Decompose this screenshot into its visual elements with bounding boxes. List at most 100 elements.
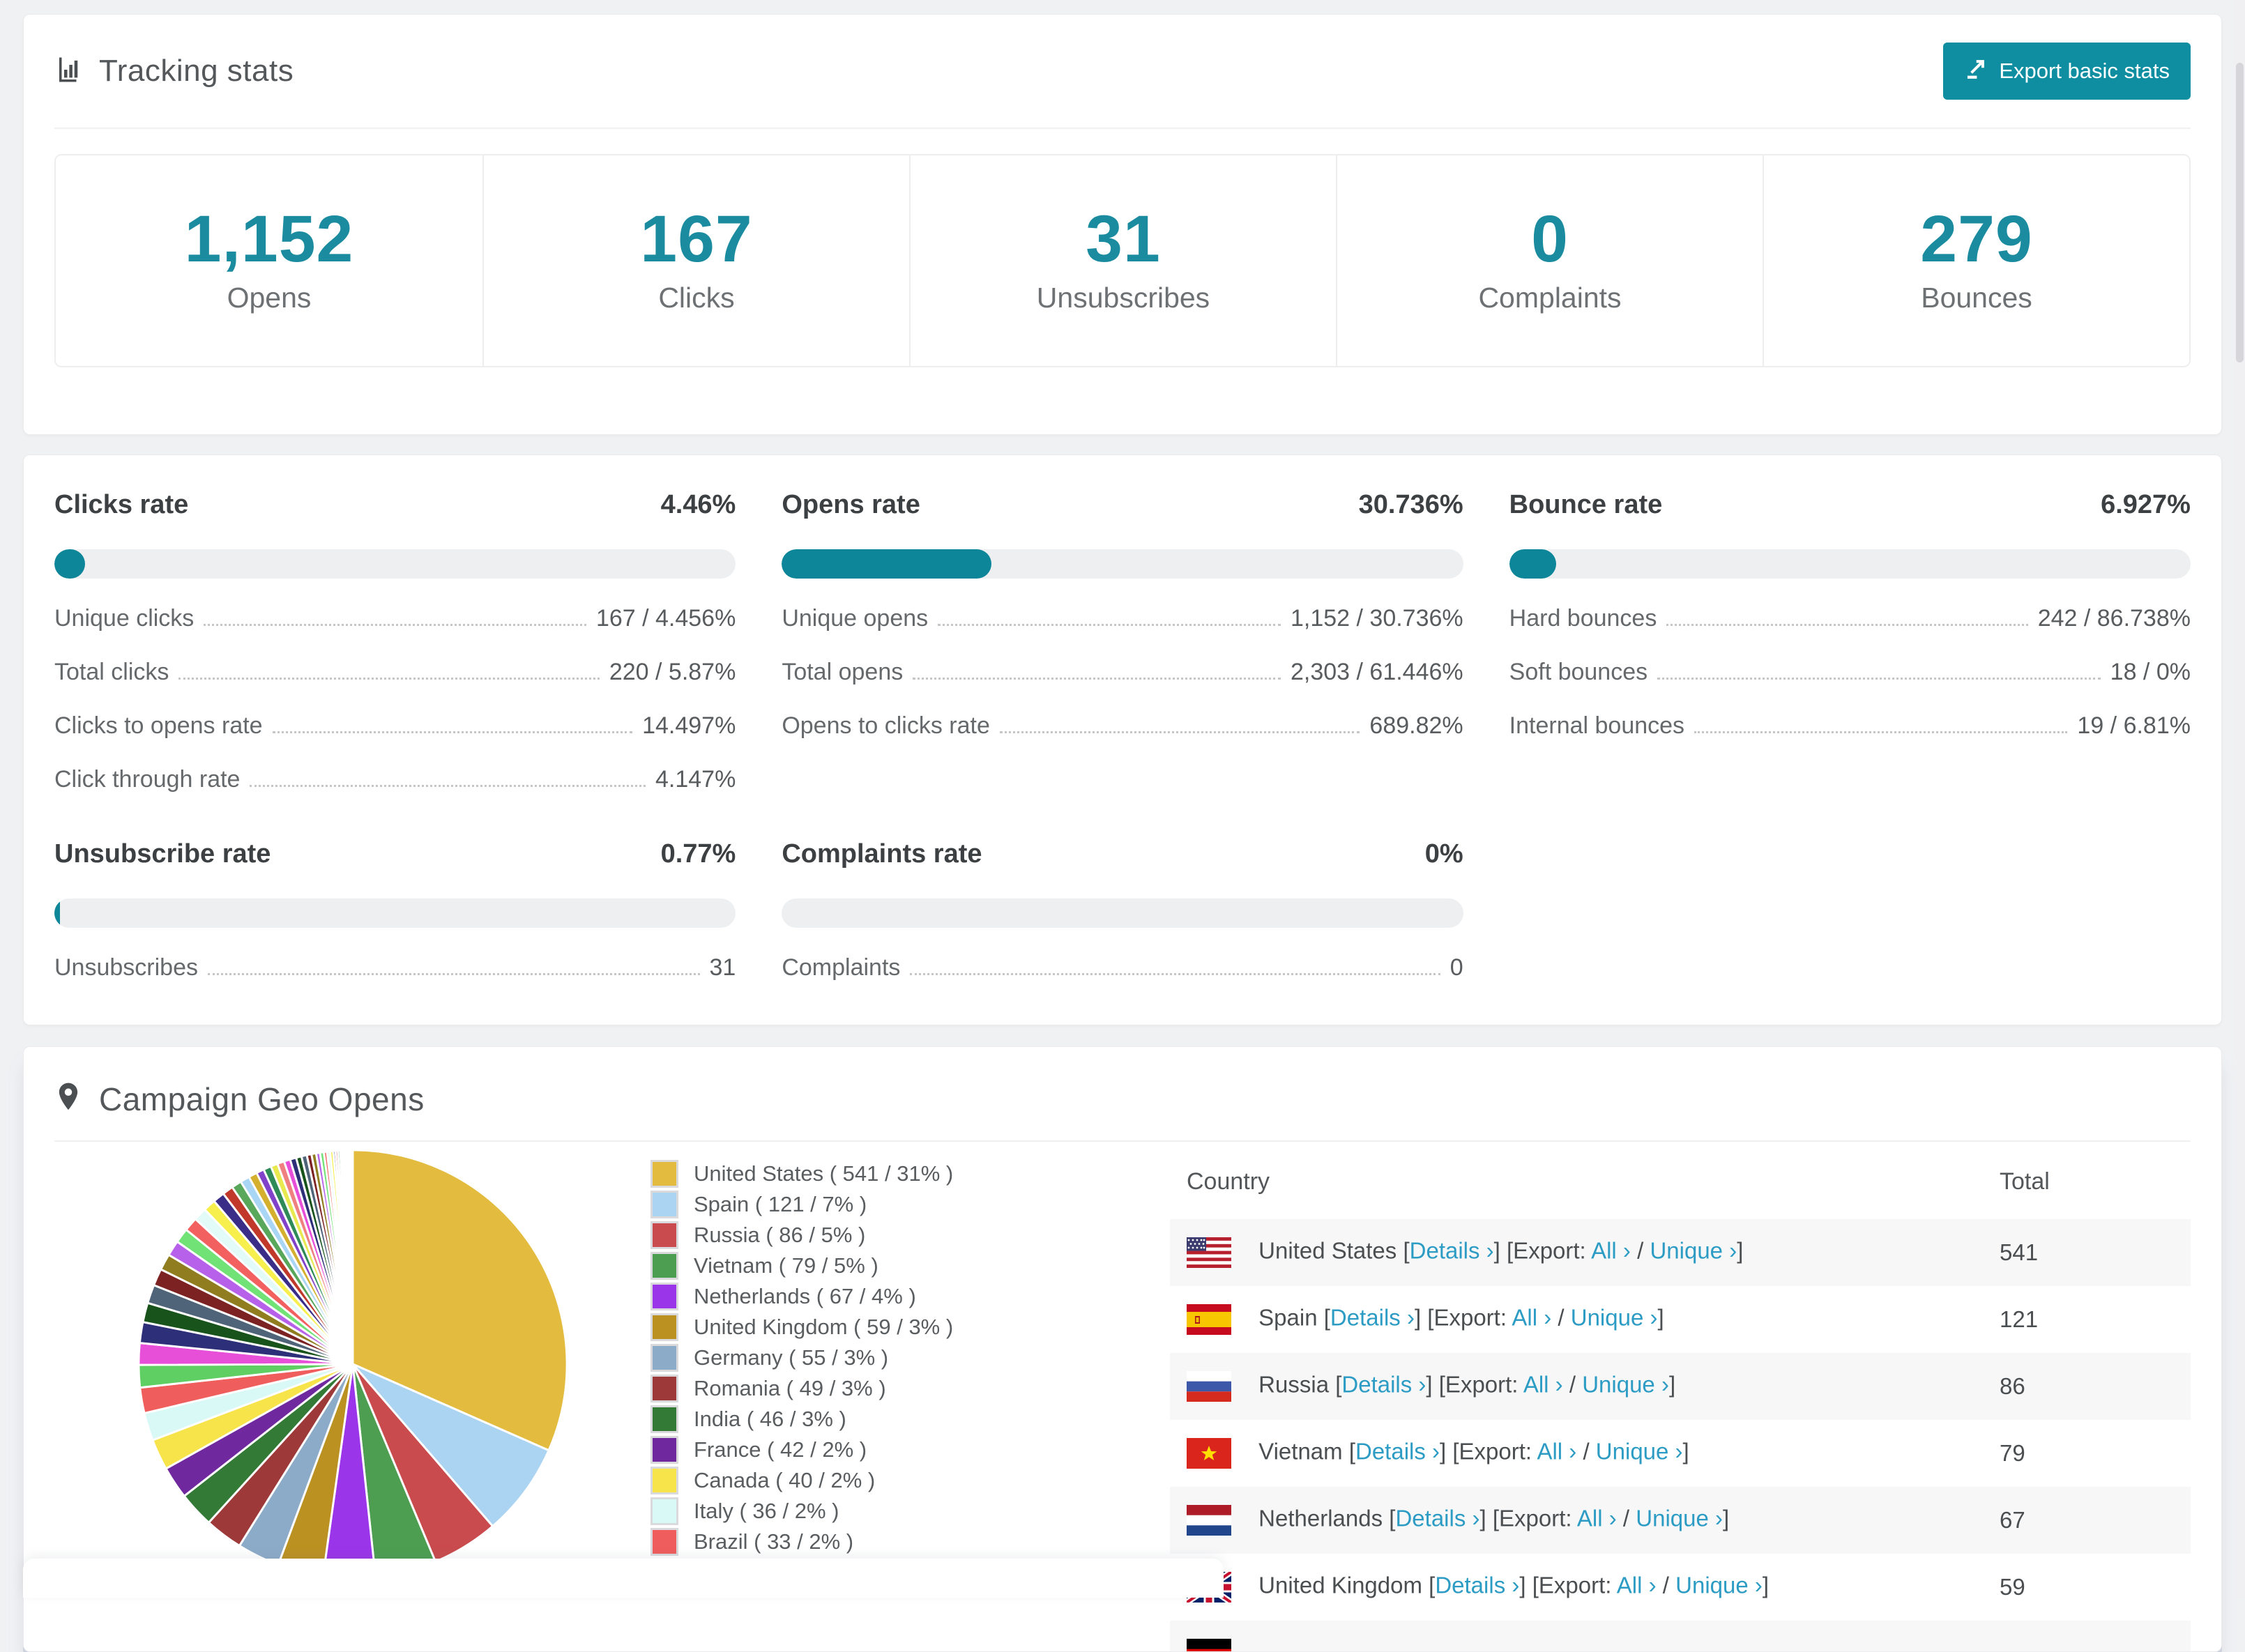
export-all-link[interactable]: All ›	[1577, 1506, 1617, 1531]
rate-detail-row: Opens to clicks rate 689.82%	[782, 712, 1463, 740]
legend-color-swatch	[650, 1252, 678, 1280]
country-name: Netherlands	[1258, 1505, 1383, 1531]
rate-progress-track	[782, 898, 1463, 928]
details-link[interactable]: Details ›	[1435, 1573, 1519, 1598]
country-row: United States [Details ›] [Export: All ›…	[1170, 1219, 2191, 1286]
legend-item[interactable]: Brazil ( 33 / 2% )	[650, 1527, 1170, 1557]
legend-item[interactable]: United Kingdom ( 59 / 3% )	[650, 1312, 1170, 1343]
rate-detail-value: 31	[709, 954, 736, 981]
legend-item[interactable]: Spain ( 121 / 7% )	[650, 1189, 1170, 1220]
export-all-link[interactable]: All ›	[1617, 1573, 1657, 1598]
scrollbar-thumb[interactable]	[2236, 63, 2244, 362]
rate-detail-value: 0	[1449, 954, 1463, 981]
rate-title-row: Opens rate 30.736%	[782, 490, 1463, 520]
rate-detail-value: 14.497%	[642, 712, 736, 739]
stat-value: 1,152	[184, 202, 354, 276]
browser-scrollbar[interactable]	[2235, 0, 2245, 1598]
legend-item[interactable]: Italy ( 36 / 2% )	[650, 1496, 1170, 1527]
dotted-leader	[1666, 624, 2028, 626]
legend-color-swatch	[650, 1467, 678, 1494]
export-unique-link[interactable]: Unique ›	[1675, 1573, 1763, 1598]
export-all-link[interactable]: All ›	[1512, 1305, 1551, 1331]
details-link[interactable]: Details ›	[1330, 1305, 1415, 1331]
export-basic-stats-button[interactable]: Export basic stats	[1943, 43, 2191, 100]
flag-icon-us	[1187, 1237, 1231, 1269]
rates-card: Clicks rate 4.46% Unique clicks 167 / 4.…	[23, 454, 2222, 1025]
legend-color-swatch	[650, 1160, 678, 1188]
rate-detail-label: Internal bounces	[1509, 712, 1685, 739]
pie-slice[interactable]: other	[350, 1149, 353, 1366]
country-row: United Kingdom [Details ›] [Export: All …	[1170, 1554, 2191, 1621]
legend-color-swatch	[650, 1528, 678, 1556]
export-all-link[interactable]: All ›	[1591, 1238, 1631, 1264]
rate-title: Clicks rate	[54, 490, 189, 519]
tracking-stats-card: Tracking stats Export basic stats 1,152 …	[23, 14, 2222, 435]
rate-detail-value: 19 / 6.81%	[2077, 712, 2191, 739]
summary-stat-opens: 1,152 Opens	[56, 155, 482, 366]
details-link[interactable]: Details ›	[1410, 1238, 1494, 1264]
dotted-leader	[938, 624, 1281, 626]
page-title: Tracking stats	[99, 54, 294, 88]
total-cell	[1983, 1621, 2191, 1651]
legend-color-swatch	[650, 1283, 678, 1310]
country-row	[1170, 1621, 2191, 1651]
map-pin-icon	[54, 1082, 82, 1117]
legend-item[interactable]: Germany ( 55 / 3% )	[650, 1343, 1170, 1373]
legend-item[interactable]: Romania ( 49 / 3% )	[650, 1373, 1170, 1404]
country-cell: United Kingdom [Details ›] [Export: All …	[1170, 1554, 1983, 1621]
legend-label: Canada ( 40 / 2% )	[694, 1468, 876, 1492]
rate-detail-label: Opens to clicks rate	[782, 712, 990, 739]
country-row: Russia [Details ›] [Export: All › / Uniq…	[1170, 1353, 2191, 1420]
stat-label: Clicks	[658, 282, 735, 314]
legend-item[interactable]: Russia ( 86 / 5% )	[650, 1220, 1170, 1251]
rate-title-row: Clicks rate 4.46%	[54, 490, 736, 520]
dashboard-page: Tracking stats Export basic stats 1,152 …	[0, 0, 2245, 1652]
rate-title: Bounce rate	[1509, 490, 1663, 519]
rate-detail-row: Unsubscribes 31	[54, 954, 736, 981]
export-unique-link[interactable]: Unique ›	[1636, 1506, 1723, 1531]
column-header-total: Total	[2000, 1168, 2050, 1195]
legend-item[interactable]: Netherlands ( 67 / 4% )	[650, 1281, 1170, 1312]
rate-detail-row: Total opens 2,303 / 61.446%	[782, 659, 1463, 686]
export-unique-link[interactable]: Unique ›	[1650, 1238, 1737, 1264]
rate-percent: 6.927%	[2101, 490, 2191, 519]
details-link[interactable]: Details ›	[1395, 1506, 1479, 1531]
details-link[interactable]: Details ›	[1355, 1439, 1440, 1464]
legend-item[interactable]: India ( 46 / 3% )	[650, 1404, 1170, 1435]
legend-item[interactable]: United States ( 541 / 31% )	[650, 1158, 1170, 1189]
total-cell: 59	[2000, 1574, 2025, 1600]
geo-table-wrap: Country Total United States [Details ›] …	[1170, 1142, 2191, 1651]
stat-label: Opens	[227, 282, 312, 314]
rate-title: Opens rate	[782, 490, 920, 519]
total-cell: 541	[2000, 1239, 2039, 1265]
rate-block: Unsubscribe rate 0.77% Unsubscribes 31	[54, 839, 736, 981]
dotted-leader	[910, 973, 1440, 975]
legend-item[interactable]: Canada ( 40 / 2% )	[650, 1465, 1170, 1496]
bottom-card-edge	[23, 1559, 1224, 1598]
bar-chart-icon	[54, 55, 84, 88]
export-unique-link[interactable]: Unique ›	[1582, 1372, 1669, 1398]
rate-progress-track	[54, 549, 736, 579]
legend-item[interactable]: Vietnam ( 79 / 5% )	[650, 1251, 1170, 1281]
rate-detail-label: Unsubscribes	[54, 954, 198, 981]
rate-percent: 30.736%	[1358, 490, 1463, 519]
geo-title: Campaign Geo Opens	[99, 1081, 425, 1117]
legend-label: United States ( 541 / 31% )	[694, 1161, 954, 1186]
flag-icon-de	[1187, 1639, 1231, 1651]
rate-detail-label: Click through rate	[54, 766, 241, 793]
export-unique-link[interactable]: Unique ›	[1571, 1305, 1658, 1331]
export-all-link[interactable]: All ›	[1537, 1439, 1576, 1464]
stat-label: Bounces	[1921, 282, 2032, 314]
export-all-link[interactable]: All ›	[1523, 1372, 1563, 1398]
details-link[interactable]: Details ›	[1341, 1372, 1426, 1398]
total-cell: 121	[2000, 1306, 2039, 1332]
legend-color-swatch	[650, 1436, 678, 1464]
flag-icon-nl	[1187, 1505, 1231, 1536]
rate-block: Clicks rate 4.46% Unique clicks 167 / 4.…	[54, 490, 736, 793]
rate-block: Opens rate 30.736% Unique opens 1,152 / …	[782, 490, 1463, 793]
dotted-leader	[272, 731, 633, 733]
rate-detail-label: Total clicks	[54, 659, 169, 685]
total-cell: 79	[2000, 1440, 2025, 1466]
export-unique-link[interactable]: Unique ›	[1596, 1439, 1683, 1464]
legend-item[interactable]: France ( 42 / 2% )	[650, 1435, 1170, 1465]
